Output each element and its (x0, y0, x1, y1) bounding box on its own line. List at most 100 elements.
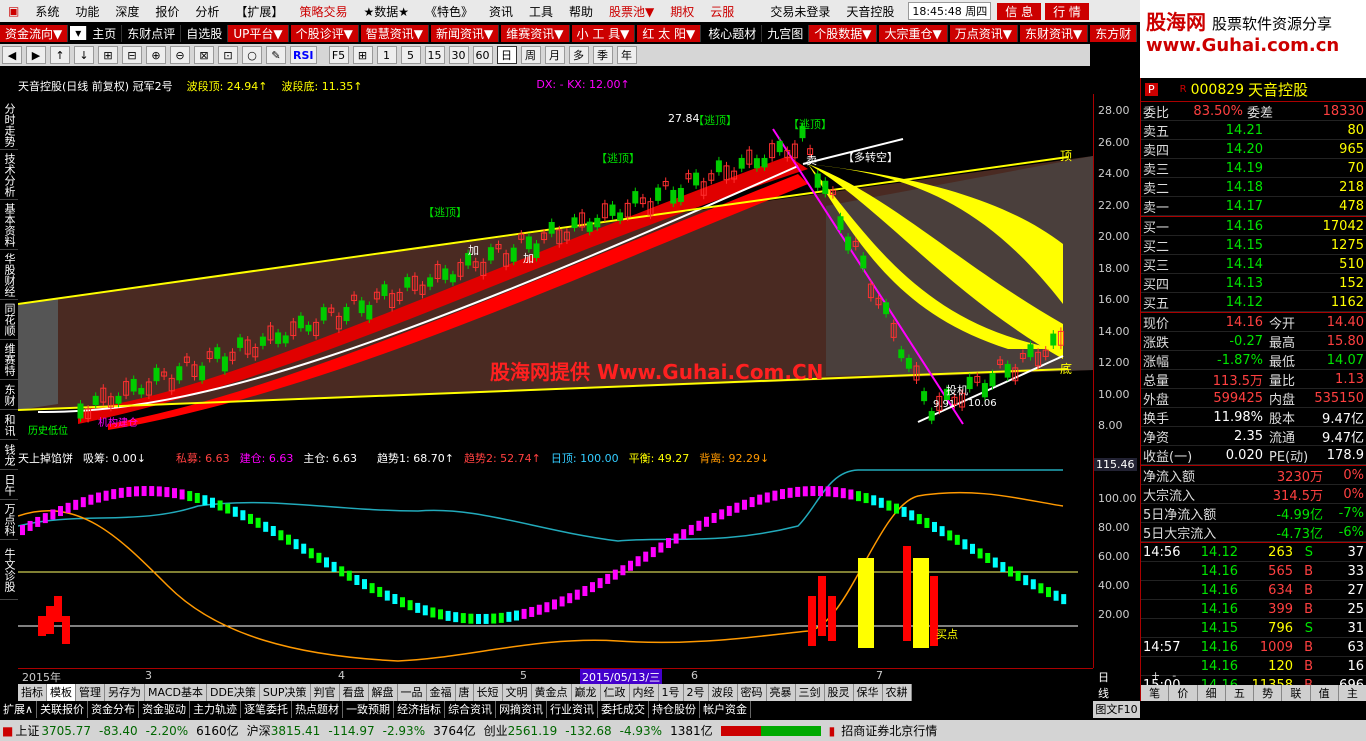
template-tab-5[interactable]: DDE决策 (206, 684, 260, 701)
period-multi[interactable]: 多 (568, 46, 589, 64)
extension-tab-9[interactable]: 综合资讯 (445, 701, 497, 718)
menu-item-help[interactable]: 帮助 (561, 3, 601, 20)
remove-icon[interactable]: ⊖ (170, 46, 190, 64)
template-tab-15[interactable]: 黄金点 (531, 684, 572, 701)
period-year[interactable]: 年 (616, 46, 637, 64)
template-tab-12[interactable]: 唐 (455, 684, 474, 701)
trade-login-status[interactable]: 交易未登录 (762, 3, 838, 20)
template-tab-21[interactable]: 波段 (708, 684, 738, 701)
zoom-out-icon[interactable]: ⊟ (122, 46, 142, 64)
menu-item-system[interactable]: 系统 (27, 3, 67, 20)
period-5min[interactable]: 5 (400, 46, 421, 64)
template-tab-27[interactable]: 农耕 (882, 684, 912, 701)
extension-tab-0[interactable]: 扩展∧ (0, 701, 38, 718)
period-30min[interactable]: 30 (448, 46, 469, 64)
template-tab-7[interactable]: 判官 (310, 684, 340, 701)
template-tab-14[interactable]: 文明 (502, 684, 532, 701)
period-60min[interactable]: 60 (472, 46, 493, 64)
side-tab-qianlong[interactable]: 钱龙 (0, 440, 18, 470)
template-tab-25[interactable]: 股灵 (824, 684, 854, 701)
period-month[interactable]: 月 (544, 46, 565, 64)
extension-tab-12[interactable]: 委托成交 (598, 701, 650, 718)
toolbar-stock-diagnosis[interactable]: 个股诊评▼ (290, 24, 359, 42)
extension-tab-14[interactable]: 帐户资金 (700, 701, 752, 718)
zoom-in-icon[interactable]: ⊞ (98, 46, 118, 64)
toolbar-nine-grid[interactable]: 九宫图 (762, 24, 810, 42)
nav-up-icon[interactable]: ↑ (50, 46, 70, 64)
side-tab-ths[interactable]: 同花顺 (0, 300, 18, 340)
quote-tab-1[interactable]: 价 (1169, 685, 1198, 701)
dropdown-arrow-icon[interactable]: ▾ (70, 26, 88, 40)
menu-item-analysis[interactable]: 分析 (187, 3, 227, 20)
period-day[interactable]: 日 (496, 46, 517, 64)
template-tab-18[interactable]: 内经 (629, 684, 659, 701)
nav-down-icon[interactable]: ↓ (74, 46, 94, 64)
toolbar-small-tools[interactable]: 小 工 具▼ (571, 24, 636, 42)
toolbar-eastmoney[interactable]: 东方财 (1090, 24, 1138, 42)
layout-icon[interactable]: ⊞ (352, 46, 373, 64)
info-button[interactable]: 信 息 (997, 2, 1042, 20)
toolbar-smart-news[interactable]: 智慧资讯▼ (360, 24, 430, 42)
menu-item-depth[interactable]: 深度 (107, 3, 147, 20)
toolbar-weisai-news[interactable]: 维赛资讯▼ (501, 24, 570, 42)
pencil-icon[interactable]: ✎ (266, 46, 286, 64)
extension-tab-1[interactable]: 关联报价 (37, 701, 89, 718)
menu-item-special[interactable]: 《特色》 (417, 3, 481, 20)
menu-item-extend[interactable]: 【扩展】 (227, 3, 291, 20)
extension-tab-3[interactable]: 资金驱动 (139, 701, 191, 718)
extension-tab-10[interactable]: 网摘资讯 (496, 701, 548, 718)
side-tab-rizhong[interactable]: 日午 (0, 470, 18, 500)
side-tab-wandian[interactable]: 万点科 (0, 500, 18, 540)
template-tab-1[interactable]: 模板 (47, 684, 76, 701)
extension-tab-6[interactable]: 热点题材 (292, 701, 344, 718)
period-15min[interactable]: 15 (424, 46, 445, 64)
template-tab-4[interactable]: MACD基本 (145, 684, 207, 701)
nav-right-icon[interactable]: ▶ (26, 46, 46, 64)
extension-tab-2[interactable]: 资金分布 (88, 701, 140, 718)
toolbar-block-holdings[interactable]: 大宗重仓▼ (879, 24, 948, 42)
menu-item-strategy-trade[interactable]: 策略交易 (291, 3, 355, 20)
menu-item-data[interactable]: ★数据★ (355, 3, 417, 20)
toolbar-watchlist[interactable]: 自选股 (181, 24, 229, 42)
toolbar-wandian-news[interactable]: 万点资讯▼ (949, 24, 1018, 42)
period-1min[interactable]: 1 (376, 46, 397, 64)
tick-expand-button[interactable]: + (1151, 669, 1160, 685)
menu-item-tools[interactable]: 工具 (521, 3, 561, 20)
tick-collapse-button[interactable]: - (1172, 669, 1176, 685)
side-tab-eastmoney[interactable]: 东财 (0, 380, 18, 410)
menu-item-function[interactable]: 功能 (67, 3, 107, 20)
side-tab-diagnosis[interactable]: 牛文诊股 (0, 540, 18, 600)
quote-button[interactable]: 行 情 (1045, 2, 1089, 20)
menu-item-quote[interactable]: 报价 (147, 3, 187, 20)
template-tab-17[interactable]: 仁政 (600, 684, 630, 701)
side-tab-hexun[interactable]: 和讯 (0, 410, 18, 440)
side-tab-basic-info[interactable]: 基本资料 (0, 200, 18, 250)
template-tab-0[interactable]: 指标 (18, 684, 47, 701)
period-quarter[interactable]: 季 (592, 46, 613, 64)
circle-icon[interactable]: ○ (242, 46, 262, 64)
template-tab-10[interactable]: 一品 (397, 684, 427, 701)
side-tab-intraday[interactable]: 分时走势 (0, 100, 18, 150)
extension-tab-8[interactable]: 经济指标 (394, 701, 446, 718)
quote-tab-5[interactable]: 联 (1282, 685, 1311, 701)
grid-icon[interactable]: ⊡ (218, 46, 238, 64)
template-tab-19[interactable]: 1号 (658, 684, 684, 701)
quote-tab-0[interactable]: 笔 (1141, 685, 1170, 701)
rsi-button[interactable]: RSI (290, 46, 317, 64)
template-tab-26[interactable]: 保华 (853, 684, 883, 701)
fund-flow-dropdown[interactable]: 资金流向▼ (0, 24, 69, 42)
template-tab-23[interactable]: 亮暴 (766, 684, 796, 701)
extension-tab-5[interactable]: 逐笔委托 (241, 701, 293, 718)
template-tab-16[interactable]: 巅龙 (571, 684, 601, 701)
template-tab-2[interactable]: 管理 (76, 684, 105, 701)
template-tab-9[interactable]: 解盘 (368, 684, 398, 701)
nav-left-icon[interactable]: ◀ (2, 46, 22, 64)
quote-tab-7[interactable]: 主 (1339, 685, 1366, 701)
quote-tab-4[interactable]: 势 (1254, 685, 1283, 701)
template-tab-3[interactable]: 另存为 (105, 684, 145, 701)
menu-item-stock-pool[interactable]: 股票池▼ (601, 3, 662, 20)
quote-tab-3[interactable]: 五 (1226, 685, 1254, 701)
toolbar-home[interactable]: 主页 (87, 24, 123, 42)
toolbar-news[interactable]: 新闻资讯▼ (431, 24, 500, 42)
template-tab-22[interactable]: 密码 (737, 684, 767, 701)
